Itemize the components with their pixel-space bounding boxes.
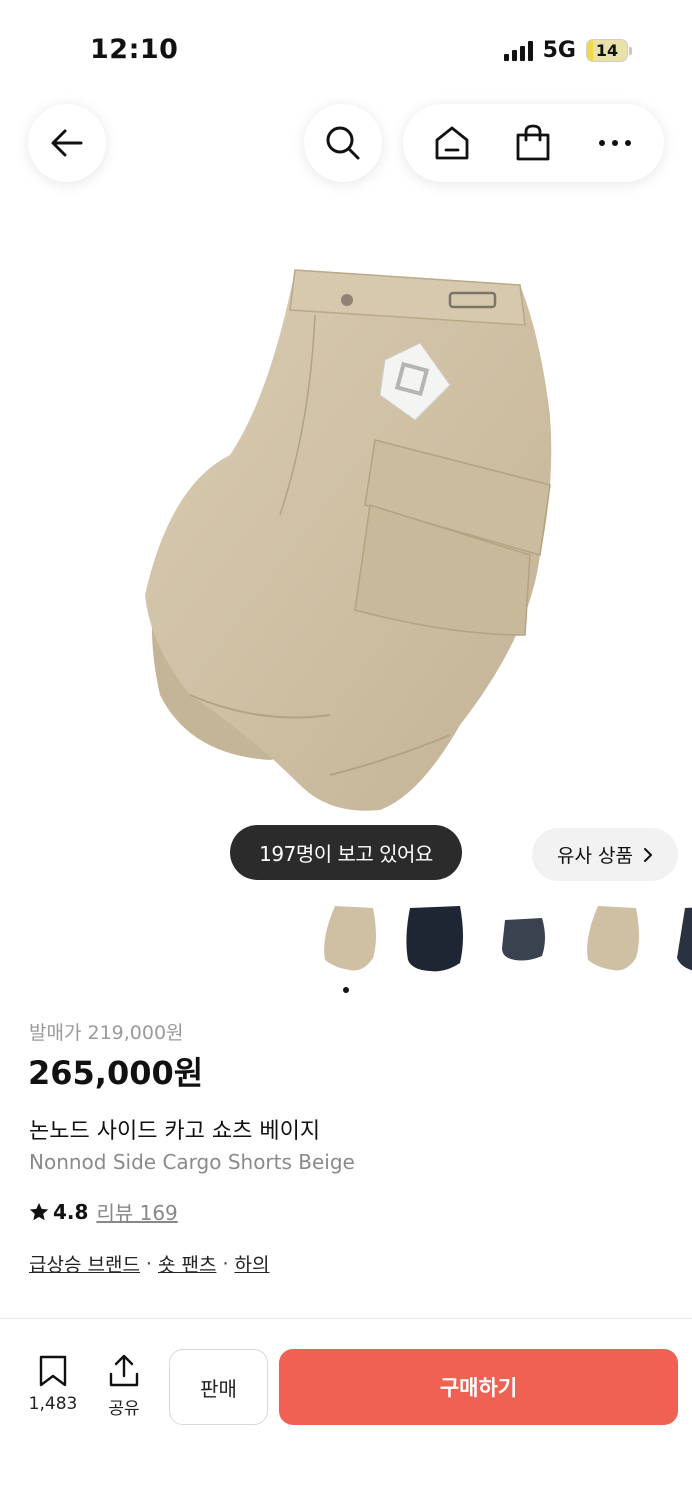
- buy-button[interactable]: 구매하기: [279, 1349, 678, 1425]
- product-image[interactable]: [130, 255, 560, 825]
- more-horizontal-icon: [599, 140, 632, 146]
- save-count: 1,483: [28, 1394, 78, 1414]
- cart-button[interactable]: [503, 113, 563, 173]
- status-bar: 12:10 5G 14: [0, 0, 692, 100]
- price: 265,000원: [28, 1054, 204, 1092]
- product-name-korean: 논노드 사이드 카고 쇼츠 베이지: [29, 1119, 321, 1144]
- bookmark-icon: [39, 1355, 67, 1387]
- status-indicators: 5G 14: [503, 38, 632, 63]
- category-link-trending-brand[interactable]: 급상승 브랜드: [29, 1250, 140, 1277]
- share-label: 공유: [108, 1399, 140, 1419]
- save-button[interactable]: 1,483: [22, 1354, 84, 1414]
- gallery-indicator-dot: [343, 987, 349, 993]
- signal-icon: [503, 40, 533, 61]
- shopping-bag-icon: [517, 124, 550, 161]
- similar-products-label: 유사 상품: [557, 845, 633, 867]
- thumbnail-1[interactable]: [315, 898, 385, 978]
- sell-button[interactable]: 판매: [169, 1349, 268, 1425]
- search-button[interactable]: [304, 104, 382, 182]
- bottom-action-bar: 1,483 공유 판매 구매하기: [0, 1330, 692, 1500]
- thumbnail-4[interactable]: [578, 898, 648, 978]
- home-icon: [435, 126, 469, 160]
- viewers-badge: 197명이 보고 있어요: [230, 825, 462, 880]
- chevron-right-icon: [643, 847, 652, 862]
- search-icon: [326, 126, 360, 160]
- similar-products-button[interactable]: 유사 상품: [532, 828, 678, 881]
- thumbnail-5[interactable]: [665, 898, 692, 978]
- review-link[interactable]: 리뷰 169: [96, 1197, 177, 1226]
- status-time: 12:10: [90, 34, 179, 65]
- rating-value: 4.8: [53, 1199, 89, 1224]
- battery-level: 14: [595, 41, 619, 60]
- category-link-shorts[interactable]: 숏 팬츠: [158, 1250, 216, 1277]
- arrow-left-icon: [51, 129, 83, 157]
- separator: ·: [145, 1252, 152, 1275]
- thumbnail-3[interactable]: [490, 898, 560, 978]
- network-type: 5G: [542, 38, 576, 63]
- share-icon: [109, 1354, 139, 1387]
- thumbnail-strip: [310, 898, 692, 983]
- battery-icon: 14: [586, 39, 632, 62]
- divider: [0, 1318, 692, 1319]
- product-name-english: Nonnod Side Cargo Shorts Beige: [29, 1150, 355, 1174]
- category-link-bottoms[interactable]: 하의: [235, 1250, 270, 1277]
- category-breadcrumb: 급상승 브랜드 · 숏 팬츠 · 하의: [29, 1250, 269, 1277]
- original-price: 발매가 219,000원: [29, 1022, 184, 1044]
- thumbnail-2[interactable]: [400, 898, 470, 978]
- separator: ·: [222, 1252, 229, 1275]
- home-button[interactable]: [422, 113, 482, 173]
- rating-row: 4.8 리뷰 169: [28, 1197, 178, 1226]
- share-button[interactable]: 공유: [98, 1354, 150, 1419]
- nav-action-group: [403, 104, 664, 182]
- star-icon: [29, 1202, 49, 1220]
- back-button[interactable]: [28, 104, 106, 182]
- more-button[interactable]: [585, 113, 645, 173]
